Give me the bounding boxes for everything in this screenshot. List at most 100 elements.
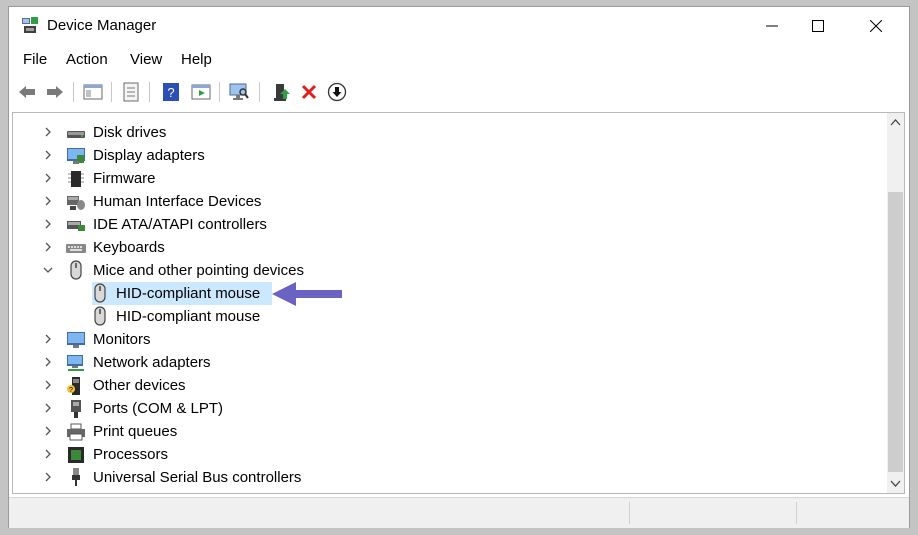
- port-icon: [71, 400, 81, 418]
- properties-view-button[interactable]: [81, 80, 105, 104]
- chevron-right-icon[interactable]: [43, 449, 53, 459]
- tree-item-label: Network adapters: [93, 354, 211, 371]
- tree-item-monitors[interactable]: Monitors: [13, 328, 873, 351]
- toolbar-separator: [111, 82, 112, 102]
- tree-item-label: Keyboards: [93, 239, 165, 256]
- device-manager-app-icon: [22, 17, 38, 33]
- device-tree[interactable]: Disk drives Display adapters Firmware Hu…: [12, 112, 905, 494]
- scrollbar-thumb[interactable]: [888, 192, 903, 472]
- scan-hardware-button[interactable]: [227, 80, 251, 104]
- tree-item-label: Print queues: [93, 423, 178, 440]
- scan-hardware-icon: [229, 83, 249, 100]
- annotation-arrow: [272, 282, 342, 306]
- mouse-icon: [94, 283, 106, 303]
- chevron-right-icon[interactable]: [43, 403, 53, 413]
- uninstall-icon: [301, 84, 317, 100]
- svg-text:?: ?: [69, 387, 73, 394]
- svg-text:?: ?: [167, 85, 174, 100]
- toolbar-separator: [259, 82, 260, 102]
- scroll-down-icon[interactable]: [890, 480, 901, 488]
- menu-view[interactable]: View: [130, 51, 162, 68]
- tree-item-label: Other devices: [93, 377, 186, 394]
- update-driver-button[interactable]: [269, 80, 293, 104]
- toolbar: ?: [9, 77, 909, 107]
- maximize-icon: [812, 20, 824, 32]
- keyboard-icon: [66, 244, 86, 253]
- mouse-icon: [70, 260, 82, 280]
- chevron-right-icon[interactable]: [43, 173, 53, 183]
- close-icon: [870, 20, 882, 32]
- disable-icon: [327, 82, 347, 102]
- vertical-scrollbar[interactable]: [887, 113, 904, 493]
- tree-item-label: Display adapters: [93, 147, 205, 164]
- tree-item-label: Monitors: [93, 331, 151, 348]
- back-button[interactable]: [15, 80, 39, 104]
- tree-item-ports-com-lpt[interactable]: Ports (COM & LPT): [13, 397, 873, 420]
- monitor-icon: [67, 332, 85, 348]
- uninstall-button[interactable]: [297, 80, 321, 104]
- tree-item-label: Firmware: [93, 170, 156, 187]
- menu-action[interactable]: Action: [66, 51, 108, 68]
- maximize-button[interactable]: [795, 7, 841, 45]
- disk-drive-icon: [67, 131, 85, 138]
- tree-item-label: Processors: [93, 446, 169, 463]
- tree-item-network-adapters[interactable]: Network adapters: [13, 351, 873, 374]
- details-button[interactable]: [119, 80, 143, 104]
- forward-button[interactable]: [43, 80, 67, 104]
- mouse-icon: [94, 306, 106, 326]
- chevron-right-icon[interactable]: [43, 380, 53, 390]
- run-button[interactable]: [189, 80, 213, 104]
- close-button[interactable]: [853, 7, 899, 45]
- back-icon: [19, 86, 35, 98]
- chevron-right-icon[interactable]: [43, 150, 53, 160]
- display-adapter-icon: [67, 148, 85, 164]
- title-bar[interactable]: Device Manager: [9, 7, 909, 45]
- tree-item-display-adapters[interactable]: Display adapters: [13, 144, 873, 167]
- chevron-right-icon[interactable]: [43, 242, 53, 252]
- tree-item-processors[interactable]: Processors: [13, 443, 873, 466]
- tree-item-print-queues[interactable]: Print queues: [13, 420, 873, 443]
- tree-item-keyboards[interactable]: Keyboards: [13, 236, 873, 259]
- tree-item-label: Ports (COM & LPT): [93, 400, 224, 417]
- tree-item-human-interface-devices[interactable]: Human Interface Devices: [13, 190, 873, 213]
- chevron-right-icon[interactable]: [43, 426, 53, 436]
- firmware-icon: [68, 171, 84, 187]
- ide-controller-icon: [67, 221, 85, 231]
- tree-item-disk-drives[interactable]: Disk drives: [13, 121, 873, 144]
- tree-item-label: HID-compliant mouse: [116, 285, 261, 302]
- properties-view-icon: [83, 84, 103, 100]
- status-divider: [796, 502, 797, 524]
- tree-item-universal-serial-bus-controllers[interactable]: Universal Serial Bus controllers: [13, 466, 873, 489]
- usb-icon: [72, 468, 80, 486]
- scroll-up-icon[interactable]: [890, 118, 901, 126]
- tree-item-firmware[interactable]: Firmware: [13, 167, 873, 190]
- help-icon: ?: [163, 83, 179, 101]
- chevron-right-icon[interactable]: [43, 196, 53, 206]
- chevron-right-icon[interactable]: [43, 472, 53, 482]
- disable-button[interactable]: [325, 80, 349, 104]
- status-divider: [629, 502, 630, 524]
- toolbar-separator: [73, 82, 74, 102]
- tree-item-hid-compliant-mouse[interactable]: HID-compliant mouse: [13, 305, 873, 328]
- tree-item-label: HID-compliant mouse: [116, 308, 261, 325]
- tree-item-ide-ata-atapi-controllers[interactable]: IDE ATA/ATAPI controllers: [13, 213, 873, 236]
- toolbar-separator: [149, 82, 150, 102]
- tree-item-mice-and-other-pointing-devices[interactable]: Mice and other pointing devices: [13, 259, 873, 282]
- chevron-right-icon[interactable]: [43, 357, 53, 367]
- menu-file[interactable]: File: [23, 51, 47, 68]
- chevron-right-icon[interactable]: [43, 127, 53, 137]
- window-title: Device Manager: [47, 17, 157, 34]
- chevron-right-icon[interactable]: [43, 334, 53, 344]
- menu-bar: File Action View Help: [9, 47, 909, 73]
- forward-icon: [47, 86, 63, 98]
- network-adapter-icon: [67, 355, 84, 371]
- chevron-right-icon[interactable]: [43, 219, 53, 229]
- status-bar: [9, 497, 909, 528]
- minimize-button[interactable]: [749, 7, 795, 45]
- menu-help[interactable]: Help: [181, 51, 212, 68]
- device-manager-window: Device Manager File Action View Help ? D…: [8, 6, 910, 528]
- tree-item-other-devices[interactable]: ? Other devices: [13, 374, 873, 397]
- help-button[interactable]: ?: [159, 80, 183, 104]
- chevron-down-icon[interactable]: [43, 265, 53, 275]
- tree-item-hid-compliant-mouse-selected[interactable]: HID-compliant mouse: [13, 282, 873, 305]
